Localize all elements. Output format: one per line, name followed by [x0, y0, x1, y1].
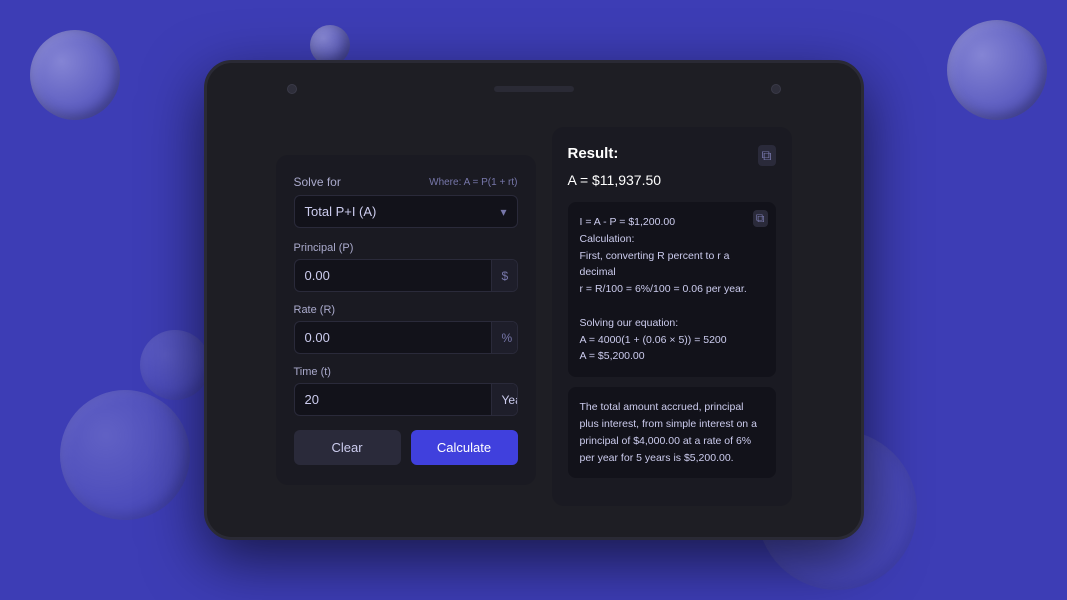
background-bubble-5: [140, 330, 210, 400]
tablet-camera: [287, 84, 297, 94]
background-bubble-3: [947, 20, 1047, 120]
detail-line3: First, converting R percent to r a decim…: [580, 250, 730, 279]
detail-line2: Calculation:: [580, 233, 635, 245]
tablet-speaker: [494, 86, 574, 92]
tablet-device: Solve for Where: A = P(1 + rt) Total P+I…: [204, 60, 864, 540]
rate-suffix: %: [491, 322, 518, 353]
solve-for-label: Solve for: [294, 175, 341, 189]
copy-icon[interactable]: ⧉: [758, 145, 776, 166]
tablet-top-bar: [207, 63, 861, 115]
principal-input[interactable]: [295, 260, 491, 291]
rate-field-group: Rate (R) %: [294, 304, 518, 354]
solve-for-dropdown[interactable]: Total P+I (A) ▾: [294, 195, 518, 228]
background-bubble-4: [60, 390, 190, 520]
rate-input-row: %: [294, 321, 518, 354]
time-input-row: Years ▾: [294, 383, 518, 416]
detail-line6: Solving our equation:: [580, 317, 679, 329]
tablet-mic: [771, 84, 781, 94]
detail-text-1: I = A - P = $1,200.00 Calculation: First…: [580, 214, 764, 365]
time-field-group: Time (t) Years ▾: [294, 366, 518, 416]
detail-copy-icon[interactable]: ⧉: [753, 210, 768, 227]
rate-input[interactable]: [295, 322, 491, 353]
result-detail-box-2: The total amount accrued, principal plus…: [568, 387, 776, 478]
chevron-down-icon: ▾: [500, 205, 506, 219]
result-header: Result: ⧉: [568, 145, 776, 166]
principal-input-row: $: [294, 259, 518, 292]
result-title: Result:: [568, 145, 619, 162]
principal-suffix: $: [491, 260, 518, 291]
result-panel: Result: ⧉ A = $11,937.50 ⧉ I = A - P = $…: [552, 127, 792, 506]
detail-line4: r = R/100 = 6%/100 = 0.06 per year.: [580, 283, 747, 295]
time-label: Time (t): [294, 366, 518, 378]
time-input[interactable]: [295, 384, 491, 415]
background-bubble-1: [30, 30, 120, 120]
detail-line8: A = $5,200.00: [580, 350, 645, 362]
detail-line7: A = 4000(1 + (0.06 × 5)) = 5200: [580, 334, 727, 346]
time-unit-label: Years: [502, 393, 518, 407]
principal-label: Principal (P): [294, 242, 518, 254]
detail-line1: I = A - P = $1,200.00: [580, 216, 676, 228]
time-unit-dropdown[interactable]: Years ▾: [491, 384, 518, 415]
rate-label: Rate (R): [294, 304, 518, 316]
calculate-button[interactable]: Calculate: [411, 430, 518, 465]
clear-button[interactable]: Clear: [294, 430, 401, 465]
dropdown-selected-value: Total P+I (A): [305, 204, 377, 219]
calculator-panel: Solve for Where: A = P(1 + rt) Total P+I…: [276, 155, 536, 485]
result-detail-box-1: ⧉ I = A - P = $1,200.00 Calculation: Fir…: [568, 202, 776, 377]
result-main-value: A = $11,937.50: [568, 172, 776, 188]
background-bubble-2: [310, 25, 350, 65]
solve-for-header: Solve for Where: A = P(1 + rt): [294, 175, 518, 189]
principal-field-group: Principal (P) $: [294, 242, 518, 292]
detail-summary: The total amount accrued, principal plus…: [580, 399, 764, 466]
tablet-content: Solve for Where: A = P(1 + rt) Total P+I…: [207, 115, 861, 537]
formula-hint: Where: A = P(1 + rt): [429, 177, 517, 188]
action-buttons-row: Clear Calculate: [294, 430, 518, 465]
